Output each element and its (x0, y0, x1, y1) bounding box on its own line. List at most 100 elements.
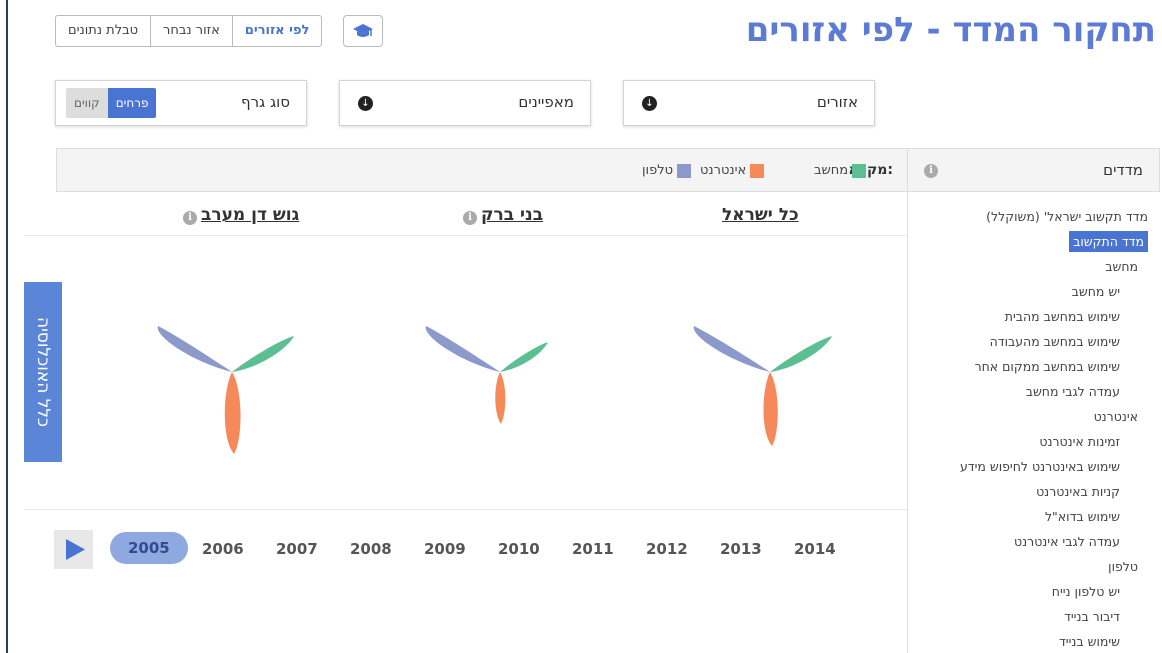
population-label-text: כלל האוכלוסיה (33, 316, 53, 428)
sidebar-item-label: שימוש באינטרנט לחיפוש מידע (959, 459, 1120, 474)
sidebar-item[interactable]: שימוש באינטרנט לחיפוש מידע (960, 454, 1148, 479)
year-2013[interactable]: 2013 (720, 540, 762, 558)
indices-tree: מדד תקשוב ישראל' (משוקלל) מדד התקשוב מחשב י… (960, 204, 1148, 653)
sidebar-item[interactable]: זמינות אינטרנט (960, 429, 1148, 454)
legend-item-phone: טלפון (642, 163, 692, 178)
sidebar-item[interactable]: מדד תקשוב ישראל' (משוקלל) (960, 204, 1148, 229)
sidebar-item-label: שימוש במחשב מהבית (1004, 309, 1120, 324)
graduation-cap-icon (353, 24, 373, 37)
tab-selected-region[interactable]: אזור נבחר (151, 16, 233, 46)
info-icon[interactable]: i (463, 211, 477, 225)
petal-internet (495, 372, 506, 424)
page-title: תחקור המדד - לפי אזורים (745, 10, 1156, 50)
flower-bnei-brak[interactable] (425, 326, 548, 424)
download-circle-icon: ↓ (642, 96, 657, 111)
flower-gush-dan-west[interactable] (157, 326, 294, 454)
play-button[interactable] (54, 530, 93, 569)
sidebar-item[interactable]: דיבור בנייד (960, 604, 1148, 629)
chart-type-lines-option[interactable]: קווים (66, 88, 108, 118)
petal-computer (232, 336, 294, 372)
sidebar-header: מדדים i (908, 148, 1160, 192)
sidebar-item-label: יש מחשב (1071, 284, 1120, 299)
play-icon (66, 539, 85, 560)
info-icon[interactable]: i (183, 211, 197, 225)
flower-all-israel[interactable] (693, 326, 832, 446)
sidebar-item[interactable]: שימוש בנייד (960, 629, 1148, 653)
regions-dropdown[interactable]: אזורים ↓ (623, 80, 875, 126)
flower-chart-area (24, 235, 907, 510)
chart-type-toggle: קווים פרחים (66, 88, 157, 118)
year-2005-selected[interactable]: 2005 (110, 532, 188, 564)
sidebar-item-label: מחשב (1105, 259, 1138, 274)
sidebar-item[interactable]: עמדה לגבי אינטרנט (960, 529, 1148, 554)
legend-swatch-phone (677, 163, 692, 178)
sidebar-item-label: שימוש במחשב מהעבודה (989, 334, 1120, 349)
sidebar-item-label: אינטרנט (1093, 409, 1138, 424)
sidebar-item[interactable]: מחשב (960, 254, 1148, 279)
petal-computer (500, 342, 548, 372)
sidebar-item-label: זמינות אינטרנט (1039, 434, 1120, 449)
sidebar-item[interactable]: אינטרנט (960, 404, 1148, 429)
year-2008[interactable]: 2008 (350, 540, 392, 558)
info-icon[interactable]: i (924, 164, 938, 178)
tutorial-button[interactable] (343, 15, 383, 47)
sidebar-item-label: שימוש בנייד (1058, 634, 1120, 649)
characteristics-label: מאפיינים (518, 93, 574, 111)
petal-internet (224, 372, 241, 454)
sidebar-item-label: עמדה לגבי מחשב (1025, 384, 1120, 399)
sidebar-item[interactable]: שימוש במחשב מהבית (960, 304, 1148, 329)
sidebar-item[interactable]: קניות באינטרנט (960, 479, 1148, 504)
tab-data-table[interactable]: טבלת נתונים (56, 16, 152, 46)
sidebar-item[interactable]: שימוש במחשב ממקום אחר (960, 354, 1148, 379)
petal-computer (770, 336, 832, 372)
region-title-gush-dan-west[interactable]: גוש דן מערב (201, 205, 299, 225)
legend-bar: מקרא: מחשב אינטרנט טלפון (56, 148, 907, 192)
view-tabs: טבלת נתונים אזור נבחר לפי אזורים (55, 15, 323, 47)
legend-item-computer: מחשב (814, 163, 867, 178)
year-2010[interactable]: 2010 (498, 540, 540, 558)
legend-label-internet: אינטרנט (700, 163, 747, 178)
legend-item-internet: אינטרנט (700, 163, 765, 178)
year-2007[interactable]: 2007 (276, 540, 318, 558)
sidebar-item[interactable]: שימוש בדוא"ל (960, 504, 1148, 529)
year-2014[interactable]: 2014 (794, 540, 836, 558)
year-2011[interactable]: 2011 (572, 540, 614, 558)
petal-phone (693, 326, 770, 372)
sidebar-item[interactable]: יש מחשב (960, 279, 1148, 304)
legend-swatch-computer (852, 163, 867, 178)
sidebar-item-label: קניות באינטרנט (1036, 484, 1120, 499)
sidebar-item[interactable]: שימוש במחשב מהעבודה (960, 329, 1148, 354)
sidebar-item-label: עמדה לגבי אינטרנט (1014, 534, 1120, 549)
legend-swatch-internet (750, 163, 765, 178)
sidebar-item-label: מדד התקשוב (1069, 231, 1148, 252)
sidebar-item[interactable]: עמדה לגבי מחשב (960, 379, 1148, 404)
sidebar-item-label: יש טלפון נייח (1051, 584, 1120, 599)
tab-by-regions[interactable]: לפי אזורים (233, 16, 322, 46)
regions-label: אזורים (816, 93, 858, 111)
indices-sidebar: מדדים i מדד תקשוב ישראל' (משוקלל) מדד התק… (907, 148, 1160, 653)
year-2009[interactable]: 2009 (424, 540, 466, 558)
sidebar-title: מדדים (1103, 161, 1143, 179)
chart-type-label: סוג גרף (240, 93, 290, 111)
year-2012[interactable]: 2012 (646, 540, 688, 558)
sidebar-item-label: שימוש בדוא"ל (1044, 509, 1120, 524)
population-label: כלל האוכלוסיה (24, 282, 62, 462)
legend-label-computer: מחשב (814, 163, 849, 178)
sidebar-item-label: דיבור בנייד (1064, 609, 1120, 624)
legend-label-phone: טלפון (642, 163, 674, 178)
sidebar-item[interactable]: טלפון (960, 554, 1148, 579)
flower-chart (157, 326, 832, 454)
sidebar-item[interactable]: מדד התקשוב (960, 229, 1148, 254)
chart-type-petals-option[interactable]: פרחים (107, 88, 157, 118)
chart-type-box: סוג גרף קווים פרחים (55, 80, 307, 126)
petal-phone (157, 326, 232, 372)
region-title-all-israel[interactable]: כל ישראל (722, 205, 799, 225)
sidebar-item-label: שימוש במחשב ממקום אחר (974, 359, 1120, 374)
year-2006[interactable]: 2006 (202, 540, 244, 558)
sidebar-item-label: מדד תקשוב ישראל' (משוקלל) (986, 209, 1148, 224)
region-title-bnei-brak[interactable]: בני ברק (481, 205, 543, 225)
sidebar-item[interactable]: יש טלפון נייח (960, 579, 1148, 604)
petal-internet (763, 372, 778, 446)
download-circle-icon: ↓ (358, 96, 373, 111)
characteristics-dropdown[interactable]: מאפיינים ↓ (339, 80, 591, 126)
